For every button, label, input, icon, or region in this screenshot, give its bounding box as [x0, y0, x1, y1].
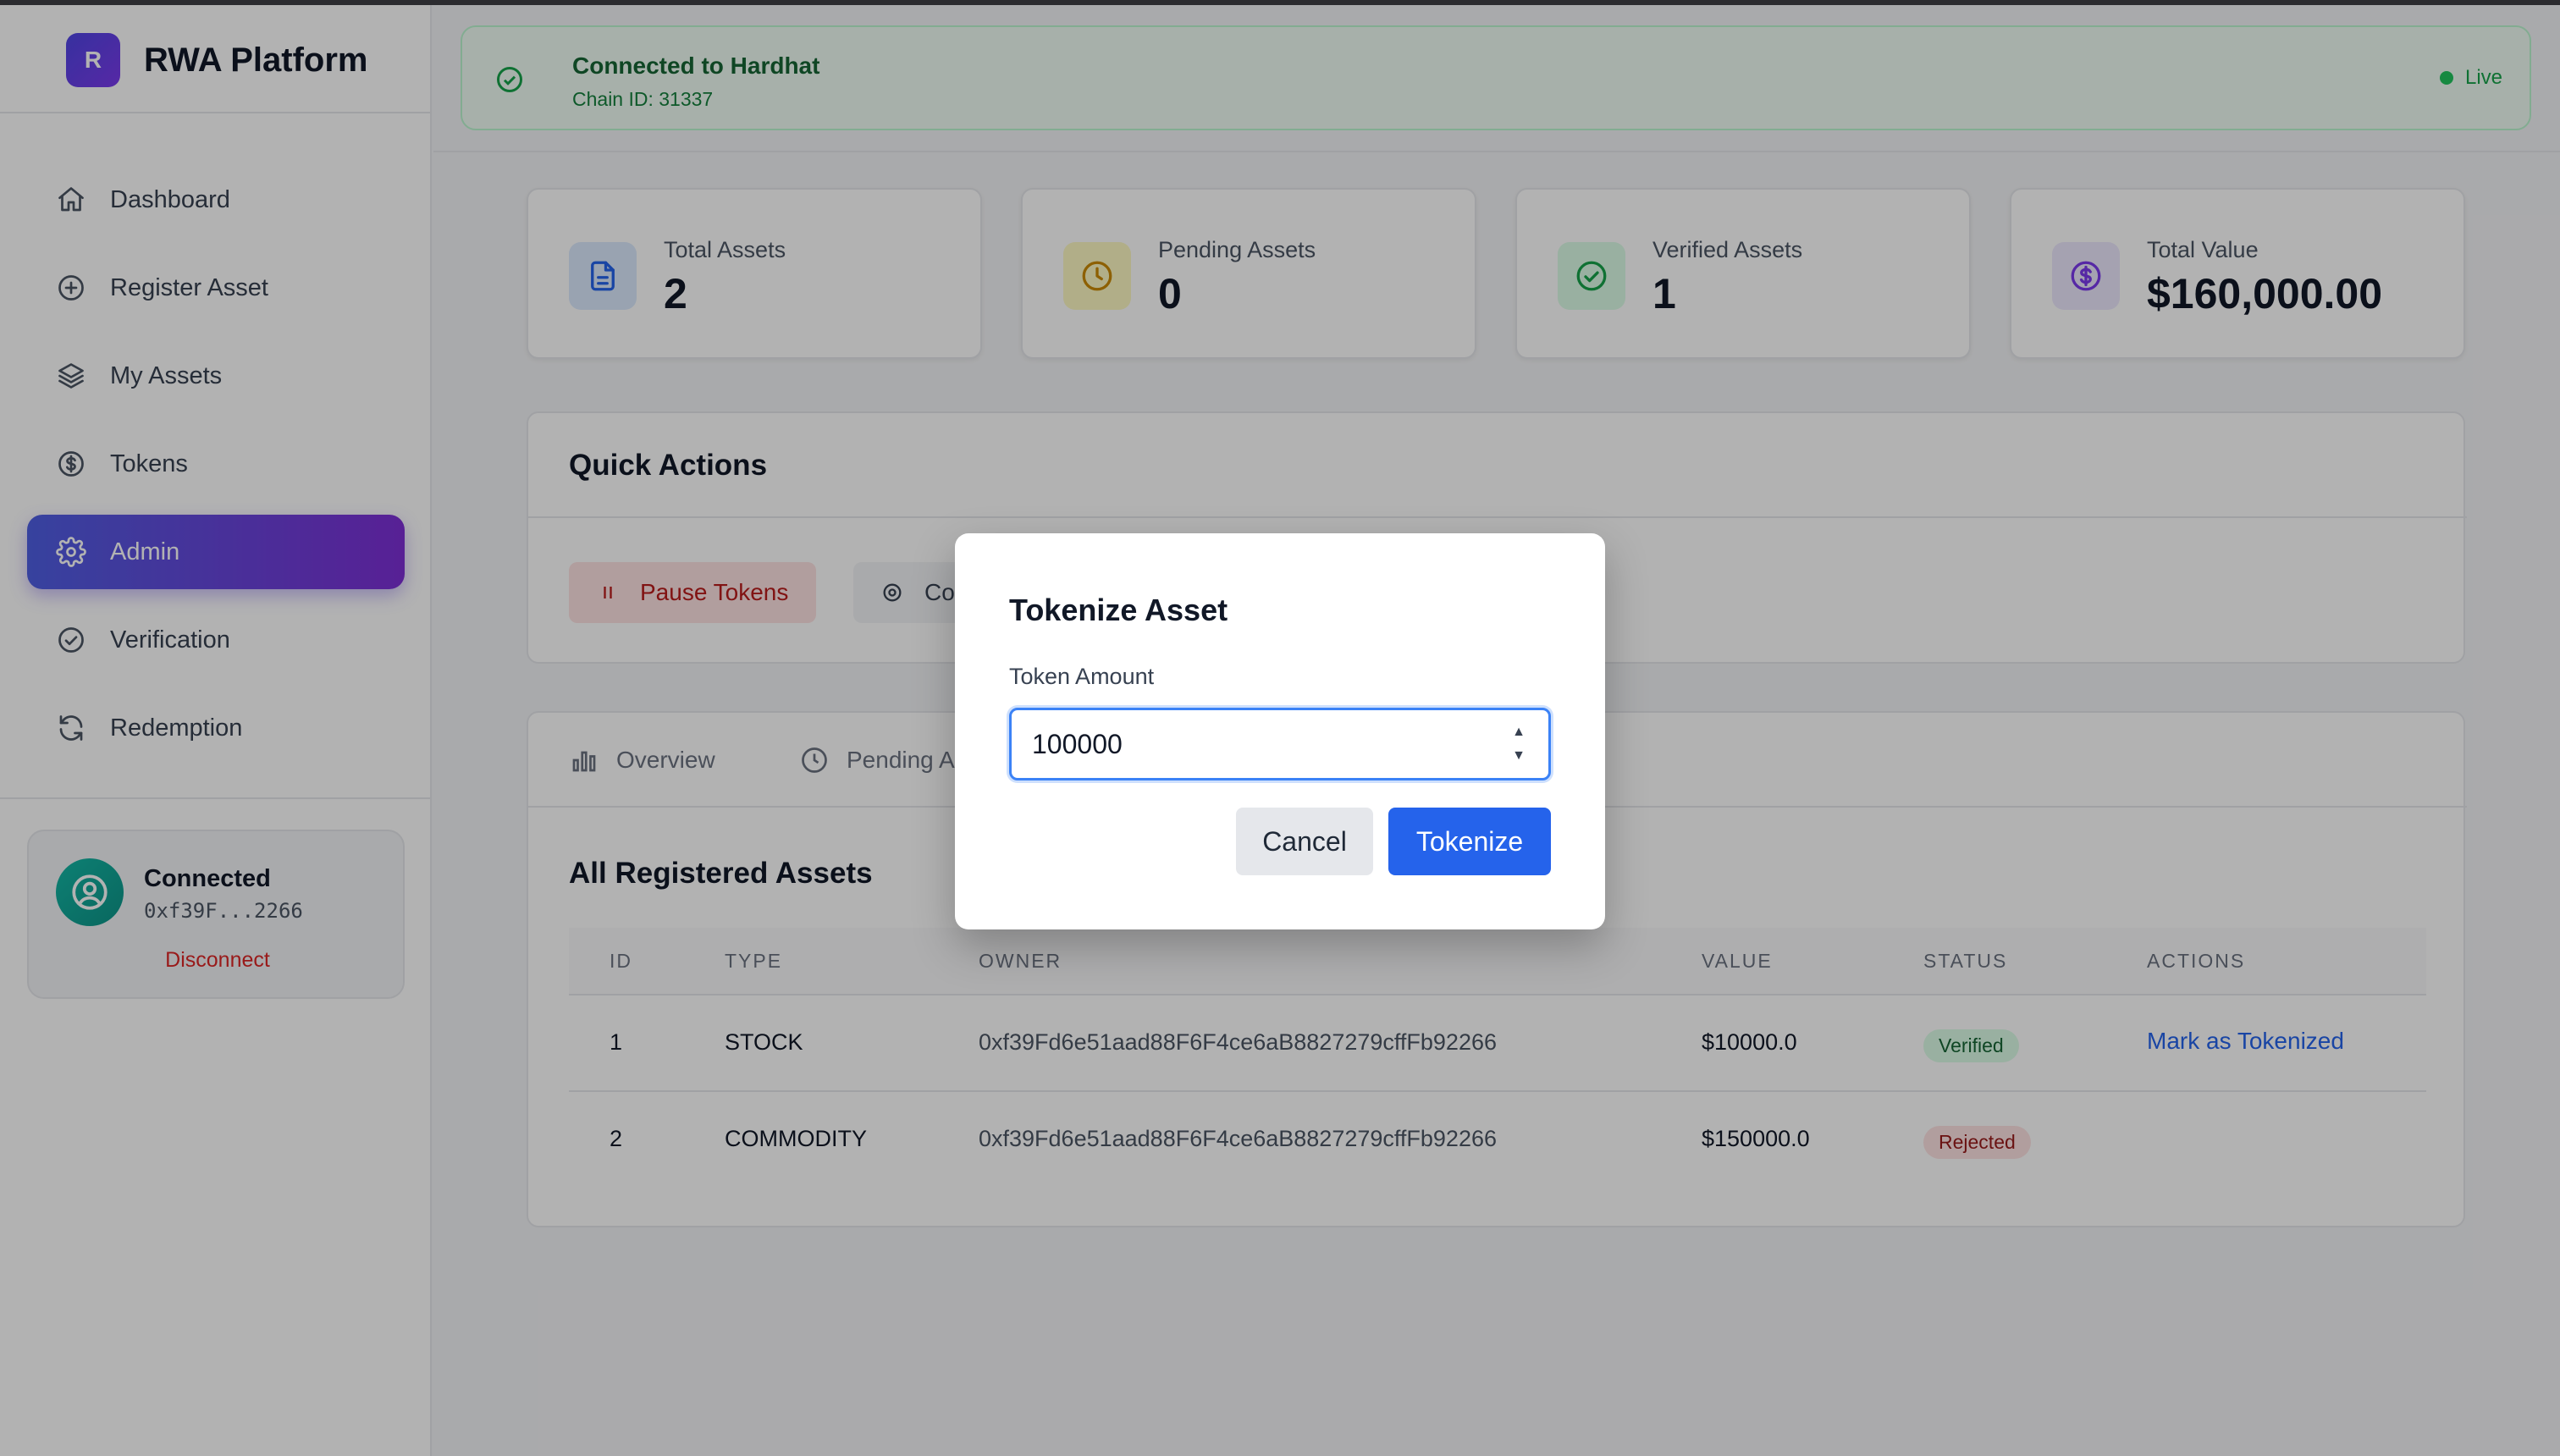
tokenize-asset-dialog: Tokenize Asset Token Amount ▲ ▼ Cancel T… [955, 533, 1605, 929]
tokenize-button[interactable]: Tokenize [1388, 808, 1551, 875]
token-amount-input[interactable] [1009, 708, 1551, 780]
stepper-up-icon[interactable]: ▲ [1512, 725, 1526, 740]
stepper-down-icon[interactable]: ▼ [1512, 748, 1526, 764]
token-amount-label: Token Amount [1009, 664, 1155, 689]
cancel-button[interactable]: Cancel [1236, 808, 1373, 875]
number-stepper[interactable]: ▲ ▼ [1503, 725, 1534, 764]
dialog-title: Tokenize Asset [1009, 593, 1228, 627]
